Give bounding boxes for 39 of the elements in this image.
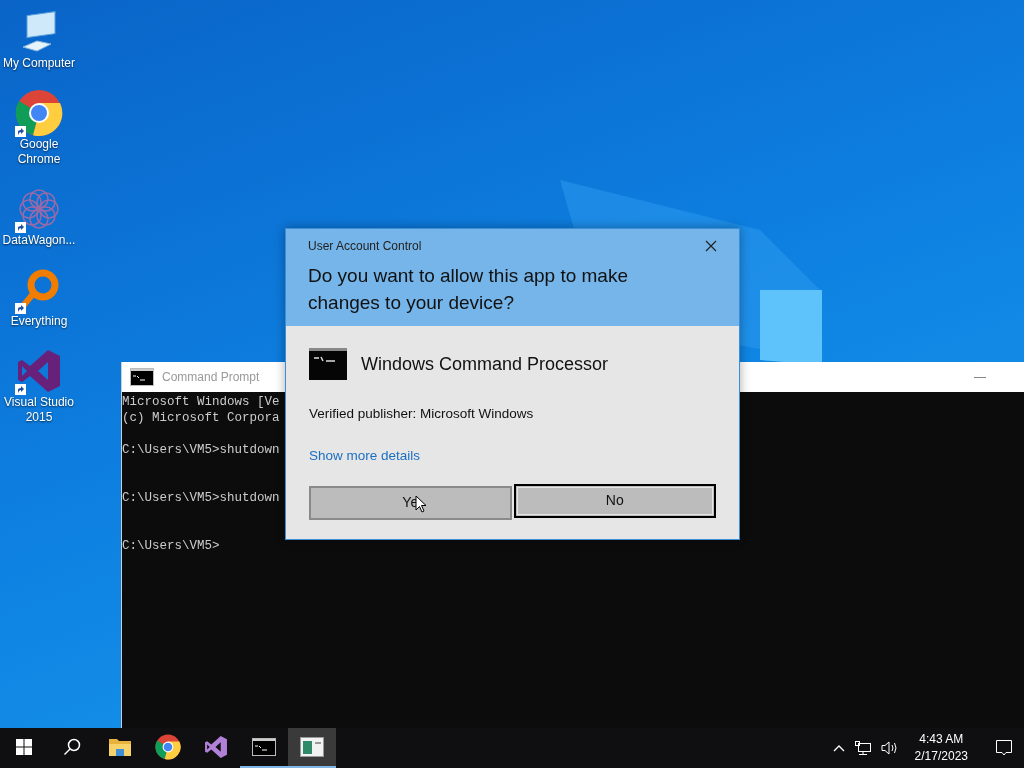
console-line: Microsoft Windows [Ve	[122, 394, 280, 410]
chevron-up-icon[interactable]	[832, 744, 845, 752]
network-icon[interactable]	[854, 740, 871, 756]
windows-logo-icon	[16, 739, 32, 755]
desktop-icon-label[interactable]: DataWagon...	[2, 233, 76, 248]
clock-time: 4:43 AM	[919, 731, 964, 748]
window-icon	[300, 737, 324, 757]
dialog-question: Do you want to allow this app to make changes to your device?	[308, 264, 629, 315]
dialog-title: User Account Control	[308, 238, 422, 255]
minimize-button[interactable]: —	[974, 368, 986, 386]
app-name: Windows Command Processor	[361, 352, 609, 376]
clock[interactable]: 4:43 AM 2/17/2023	[908, 731, 974, 765]
speaker-icon[interactable]	[880, 740, 899, 756]
publisher-text: Verified publisher: Microsoft Windows	[309, 405, 535, 423]
dialog-button[interactable]: No	[513, 483, 716, 518]
desktop-icon-label[interactable]: Visual Studio 2015	[0, 395, 78, 425]
details-link[interactable]: Show more details	[309, 446, 421, 467]
window-title: Command Prompt	[162, 369, 260, 386]
desktop-icon-label[interactable]: Google Chrome	[0, 137, 78, 167]
desktop-icon-label[interactable]: Everything	[10, 314, 68, 329]
chrome-logo-icon	[15, 89, 63, 137]
visual-studio-logo-icon	[204, 735, 228, 759]
taskbar-button[interactable]	[288, 728, 336, 768]
folder-icon	[108, 737, 132, 757]
console-line: C:\Users\VM5>shutdown	[122, 490, 280, 506]
clock-date: 2/17/2023	[914, 748, 968, 765]
visual-studio-logo-icon	[16, 348, 62, 394]
console-icon	[252, 738, 276, 756]
search-icon	[63, 738, 81, 756]
console-icon	[309, 348, 347, 380]
console-line: (c) Microsoft Corpora	[122, 410, 280, 426]
flower-pattern-icon	[17, 187, 61, 231]
notification-icon[interactable]	[995, 739, 1013, 757]
console-icon	[130, 368, 154, 386]
chrome-logo-icon	[155, 734, 181, 760]
desktop-icon-label[interactable]: My Computer	[3, 56, 75, 71]
close-icon[interactable]	[705, 240, 717, 252]
console-line: C:\Users\VM5>shutdown	[122, 442, 280, 458]
console-line: C:\Users\VM5>	[122, 538, 220, 554]
